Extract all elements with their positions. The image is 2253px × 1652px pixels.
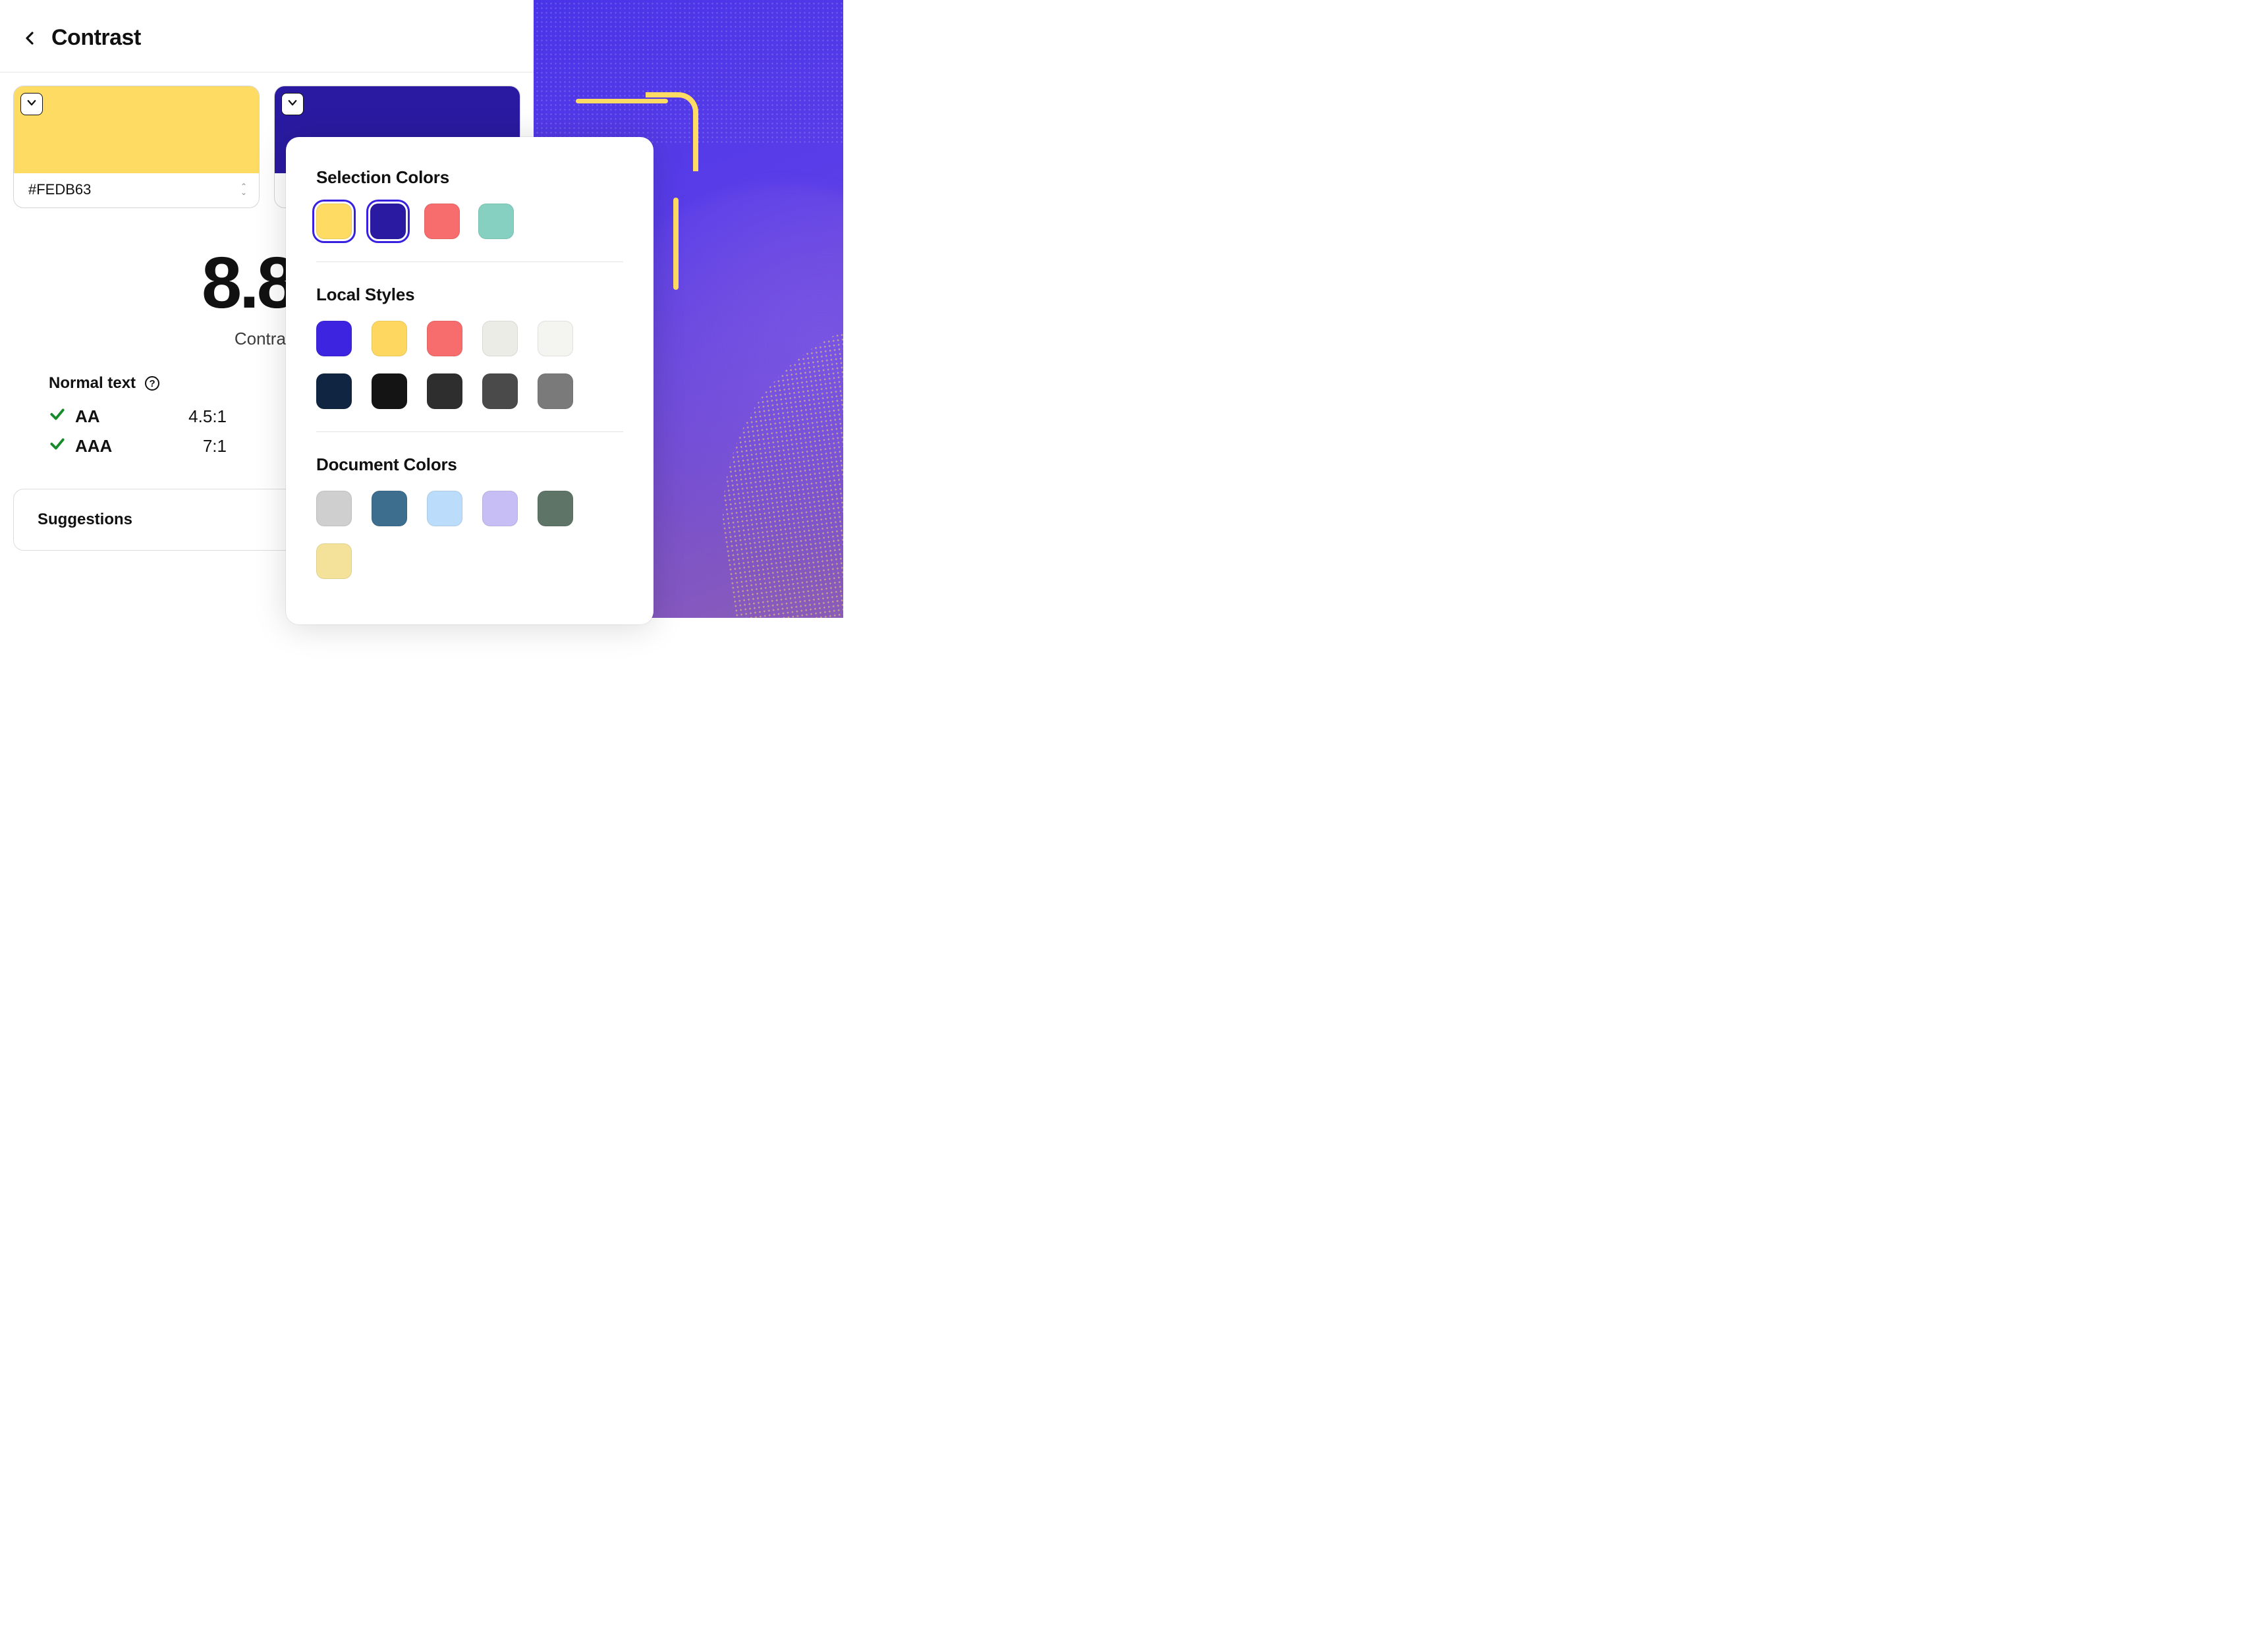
color-chip[interactable] <box>427 373 462 409</box>
color-chip[interactable] <box>370 204 406 239</box>
color-picker-popover: Selection Colors Local Styles Document C… <box>286 137 654 624</box>
divider <box>316 431 623 432</box>
canvas-stroke <box>646 92 698 171</box>
document-colors-heading: Document Colors <box>316 454 623 475</box>
document-colors-grid <box>316 491 623 579</box>
color-chip[interactable] <box>482 321 518 356</box>
color-chip[interactable] <box>538 321 573 356</box>
color-chip[interactable] <box>478 204 514 239</box>
color-chip[interactable] <box>424 204 460 239</box>
color-chip[interactable] <box>482 491 518 526</box>
background-expander-button[interactable] <box>281 93 304 115</box>
color-chip[interactable] <box>316 321 352 356</box>
suggestions-heading: Suggestions <box>38 510 132 528</box>
stepper-icon[interactable]: ⌃⌄ <box>240 184 247 194</box>
chevron-down-icon <box>26 97 38 112</box>
color-chip[interactable] <box>538 373 573 409</box>
wcag-requirement: 7:1 <box>161 436 227 456</box>
local-styles-grid <box>316 321 623 409</box>
color-chip[interactable] <box>316 491 352 526</box>
panel-header: Contrast <box>0 0 534 72</box>
checkmark-icon <box>49 406 66 427</box>
color-chip[interactable] <box>372 321 407 356</box>
foreground-swatch: #FEDB63 ⌃⌄ <box>13 86 260 208</box>
foreground-color-area[interactable] <box>14 86 259 173</box>
wcag-level: AAA <box>75 436 161 456</box>
foreground-expander-button[interactable] <box>20 93 43 115</box>
color-chip[interactable] <box>427 321 462 356</box>
help-icon[interactable]: ? <box>145 376 159 391</box>
color-chip[interactable] <box>538 491 573 526</box>
wcag-requirement: 4.5:1 <box>161 406 227 427</box>
canvas-stroke <box>673 198 679 290</box>
local-styles-heading: Local Styles <box>316 285 623 305</box>
color-chip[interactable] <box>372 491 407 526</box>
color-chip[interactable] <box>372 373 407 409</box>
color-chip[interactable] <box>427 491 462 526</box>
selection-colors-grid <box>316 204 623 239</box>
color-chip[interactable] <box>316 204 352 239</box>
checkmark-icon <box>49 435 66 457</box>
wcag-level: AA <box>75 406 161 427</box>
color-chip[interactable] <box>316 543 352 579</box>
back-icon[interactable] <box>22 30 38 46</box>
foreground-hex-value: #FEDB63 <box>28 181 91 198</box>
chevron-down-icon <box>287 97 298 112</box>
color-chip[interactable] <box>482 373 518 409</box>
color-chip[interactable] <box>316 373 352 409</box>
normal-text-label: Normal text <box>49 374 136 393</box>
foreground-hex-row[interactable]: #FEDB63 ⌃⌄ <box>14 173 259 207</box>
selection-colors-heading: Selection Colors <box>316 167 623 188</box>
panel-title: Contrast <box>51 25 141 51</box>
